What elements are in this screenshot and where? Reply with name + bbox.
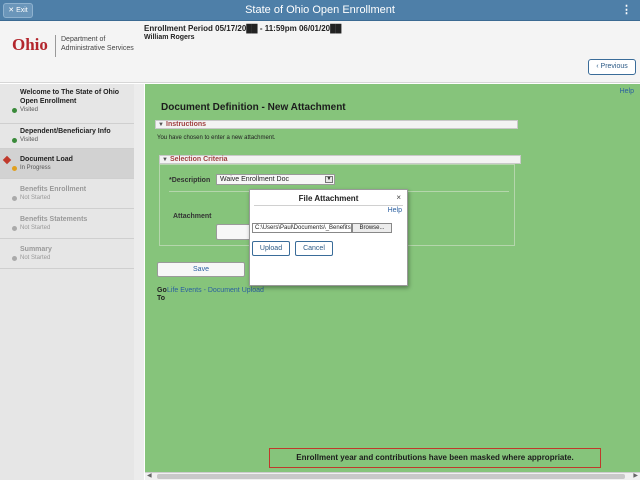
status-dot-icon xyxy=(12,256,17,261)
divider xyxy=(254,205,403,206)
collapse-triangle-icon: ▼ xyxy=(162,157,168,163)
browse-button[interactable]: Browse... xyxy=(352,223,392,233)
file-attachment-dialog: File Attachment × Help C:\Users\Paul\Doc… xyxy=(249,189,408,286)
sidebar-item-status: In Progress xyxy=(12,165,134,171)
instructions-section-header[interactable]: ▼ Instructions xyxy=(155,120,518,129)
close-icon[interactable]: × xyxy=(396,193,401,202)
description-select[interactable]: Waive Enrollment Doc ▼ xyxy=(216,174,335,185)
sidebar-item-status: Visited xyxy=(12,137,134,143)
sidebar-item-status: Not Started xyxy=(12,195,134,201)
save-button[interactable]: Save xyxy=(157,262,245,277)
previous-label: Previous xyxy=(600,63,628,70)
status-text: In Progress xyxy=(20,165,51,171)
file-path-field[interactable]: C:\Users\Paul\Documents\_Benefits xyxy=(252,223,352,233)
chevron-down-icon: ▼ xyxy=(325,176,333,183)
selection-criteria-header[interactable]: ▼ Selection Criteria xyxy=(159,155,521,164)
status-text: Not Started xyxy=(20,195,51,201)
status-text: Not Started xyxy=(20,255,51,261)
upload-button[interactable]: Upload xyxy=(252,241,290,256)
add-attachment-button[interactable] xyxy=(216,224,252,240)
sidebar-item-label: Dependent/Beneficiary Info xyxy=(20,128,111,135)
current-step-icon xyxy=(2,155,12,165)
sidebar-item-document-load[interactable]: Document Load In Progress xyxy=(0,149,134,179)
scrollbar-thumb[interactable] xyxy=(157,474,625,479)
vertical-ellipsis-icon[interactable]: ⋮ xyxy=(621,3,632,16)
sidebar-item-status: Not Started xyxy=(12,225,134,231)
dialog-help-link[interactable]: Help xyxy=(388,207,402,214)
chevron-left-icon: ‹ xyxy=(596,63,599,70)
sidebar-item-label: Summary xyxy=(20,246,52,253)
enrollment-period: Enrollment Period 05/17/20██ - 11:59pm 0… xyxy=(144,24,342,33)
status-dot-icon xyxy=(12,166,17,171)
scroll-left-icon[interactable]: ◀ xyxy=(147,472,152,479)
horizontal-scrollbar[interactable]: ◀ ▶ xyxy=(145,472,640,480)
cancel-button[interactable]: Cancel xyxy=(295,241,333,256)
previous-button[interactable]: ‹ Previous xyxy=(588,59,636,75)
sidebar-item-summary: Summary Not Started xyxy=(0,239,134,269)
goto-document-upload-link[interactable]: Life Events - Document Upload xyxy=(167,287,264,294)
sidebar-item-label: Document Load xyxy=(20,156,73,163)
sidebar-item-label: Benefits Enrollment xyxy=(20,186,87,193)
status-text: Not Started xyxy=(20,225,51,231)
sidebar-item-dependent[interactable]: Dependent/Beneficiary Info Visited xyxy=(0,124,134,149)
sidebar-item-label: Benefits Statements xyxy=(20,216,88,223)
description-value: Waive Enrollment Doc xyxy=(220,176,289,183)
status-text: Visited xyxy=(20,137,38,143)
masking-notice: Enrollment year and contributions have b… xyxy=(269,448,601,468)
sidebar-item-status: Not Started xyxy=(12,255,134,261)
member-name: William Rogers xyxy=(144,34,195,41)
page-title: Document Definition - New Attachment xyxy=(161,102,346,113)
status-dot-icon xyxy=(12,226,17,231)
status-dot-icon xyxy=(12,196,17,201)
sidebar-item-benefits-enrollment: Benefits Enrollment Not Started xyxy=(0,179,134,209)
status-dot-icon xyxy=(12,138,17,143)
goto-label: Go To xyxy=(157,287,167,302)
sidebar: Welcome to The State of Ohio Open Enroll… xyxy=(0,84,134,480)
dialog-title: File Attachment xyxy=(298,194,359,203)
attachment-label: Attachment xyxy=(173,213,212,220)
help-link[interactable]: Help xyxy=(620,88,634,95)
sidebar-item-status: Visited xyxy=(12,107,134,113)
collapse-triangle-icon: ▼ xyxy=(158,122,164,128)
logo-dept-line1: Department of xyxy=(61,36,106,43)
logo-department: Department of Administrative Services xyxy=(61,35,151,53)
logo-word: Ohio xyxy=(12,35,48,54)
logo-divider xyxy=(55,35,56,57)
instructions-text: You have chosen to enter a new attachmen… xyxy=(157,135,276,141)
status-text: Visited xyxy=(20,107,38,113)
section-title: Instructions xyxy=(166,121,207,128)
description-label: *Description xyxy=(169,177,211,184)
status-dot-icon xyxy=(12,108,17,113)
sidebar-splitter[interactable] xyxy=(134,84,144,480)
sidebar-item-benefits-statements: Benefits Statements Not Started xyxy=(0,209,134,239)
scroll-right-icon[interactable]: ▶ xyxy=(633,472,638,479)
section-title: Selection Criteria xyxy=(170,156,228,163)
sidebar-item-label: Welcome to The State of Ohio Open Enroll… xyxy=(20,89,120,105)
ohio-das-logo: Ohio Department of Administrative Servic… xyxy=(12,35,134,57)
sidebar-item-welcome[interactable]: Welcome to The State of Ohio Open Enroll… xyxy=(0,84,134,124)
logo-dept-line2: Administrative Services xyxy=(61,45,134,52)
app-title: State of Ohio Open Enrollment xyxy=(245,4,395,16)
top-bar: ✕ Exit State of Ohio Open Enrollment ⋮ xyxy=(0,0,640,21)
page-header: Ohio Department of Administrative Servic… xyxy=(0,21,640,83)
